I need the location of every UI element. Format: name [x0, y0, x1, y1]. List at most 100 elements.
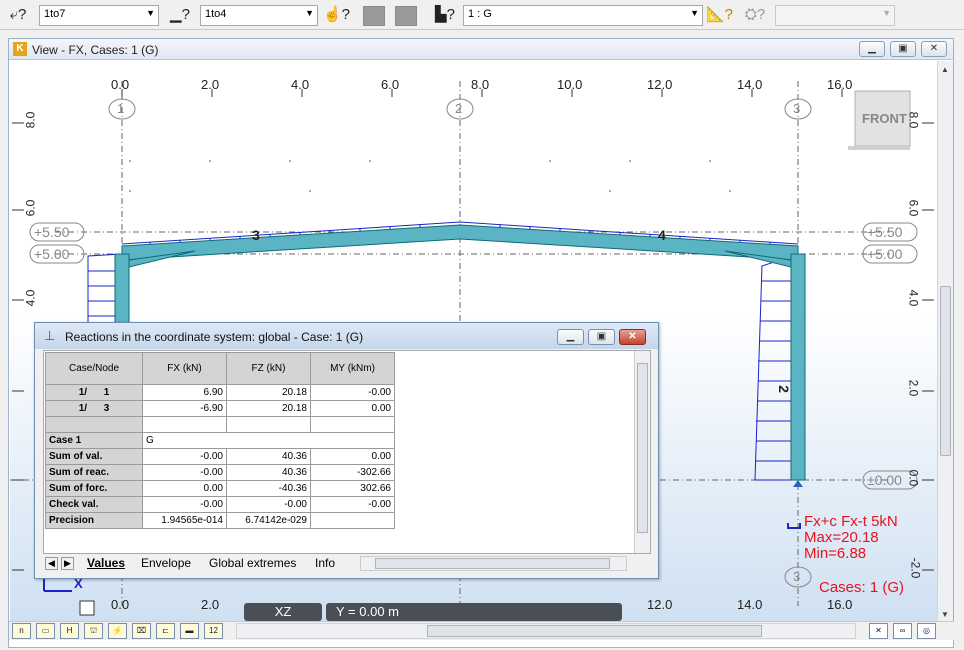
cell-fz[interactable]: -40.36 — [226, 480, 311, 497]
close-button[interactable]: ✕ — [921, 41, 947, 57]
x-tick: 12.0 — [647, 597, 673, 612]
section-shape-icon[interactable]: H — [60, 623, 79, 639]
table-row[interactable]: Check val. -0.00 -0.00 -0.00 — [45, 496, 395, 513]
member-label: 3 — [252, 227, 260, 243]
col-header[interactable]: Case/Node — [45, 352, 143, 385]
tab-prev-icon[interactable]: ◀ — [45, 557, 58, 570]
bar-selection-combo[interactable]: 1to4 ▼ — [200, 5, 318, 26]
scroll-thumb[interactable] — [427, 625, 762, 637]
cell-my[interactable]: -0.00 — [310, 384, 395, 401]
display-icon[interactable]: ▬ — [180, 623, 199, 639]
cell-fx[interactable]: 1.94565e-014 — [142, 512, 227, 529]
table-row[interactable]: Sum of reac. -0.00 40.36 -302.66 — [45, 464, 395, 481]
front-cube-label[interactable]: FRONT — [862, 111, 907, 126]
cell-fx[interactable]: 0.00 — [142, 480, 227, 497]
x-tick: 4.0 — [291, 77, 310, 92]
disabled-help-icon: ⛭? — [744, 6, 766, 23]
col-header[interactable]: MY (kNm) — [310, 352, 395, 385]
tab-next-icon[interactable]: ▶ — [61, 557, 74, 570]
x-tick: 16.0 — [827, 77, 853, 92]
level-label: +5.00 — [34, 246, 70, 262]
case-value: G — [142, 432, 395, 449]
view-titlebar: K View - FX, Cases: 1 (G) ▁ ▣ ✕ — [9, 39, 953, 60]
x-tick: 8.0 — [471, 77, 490, 92]
maximize-button[interactable]: ▣ — [890, 41, 916, 57]
x-tick: 14.0 — [737, 597, 763, 612]
scroll-thumb[interactable] — [940, 286, 951, 456]
load-case-combo[interactable]: 1 : G ▼ — [463, 5, 703, 26]
link-icon[interactable]: ∞ — [893, 623, 912, 639]
view-mode-button[interactable]: XZ — [244, 603, 322, 621]
cell-fx[interactable]: -0.00 — [142, 448, 227, 465]
view-vertical-scrollbar[interactable]: ▲ ▼ — [937, 61, 953, 623]
tab-info[interactable]: Info — [309, 556, 341, 571]
table-row[interactable]: Sum of forc. 0.00 -40.36 302.66 — [45, 480, 395, 497]
cell-fz[interactable]: 40.36 — [226, 448, 311, 465]
view-horizontal-scrollbar[interactable] — [236, 623, 856, 639]
dialog-maximize-button[interactable]: ▣ — [588, 329, 615, 345]
glasses-icon[interactable]: ◎ — [917, 623, 936, 639]
x-tick: 2.0 — [201, 77, 220, 92]
level-label: +5.50 — [867, 224, 903, 240]
col-header[interactable]: FX (kN) — [142, 352, 227, 385]
node-select-icon[interactable]: ⤶? — [6, 4, 30, 26]
table-row-empty — [45, 416, 395, 433]
cell-fx[interactable]: -0.00 — [142, 496, 227, 513]
node-selection-combo[interactable]: 1to7 ▼ — [39, 5, 159, 26]
bar-select-icon[interactable]: ▁? — [168, 4, 192, 26]
table-row[interactable]: 1/ 1 6.90 20.18 -0.00 — [45, 384, 395, 401]
tab-values[interactable]: Values — [81, 556, 131, 571]
table-row[interactable]: Precision 1.94565e-014 6.74142e-029 — [45, 512, 395, 529]
dialog-minimize-button[interactable]: ▁ — [557, 329, 584, 345]
tab-global-extremes[interactable]: Global extremes — [203, 556, 302, 571]
scroll-thumb[interactable] — [375, 558, 610, 569]
level-label: +5.50 — [34, 224, 70, 240]
cell-my[interactable]: -302.66 — [310, 464, 395, 481]
scroll-thumb[interactable] — [637, 363, 648, 533]
member-label: 4 — [658, 227, 666, 243]
dialog-titlebar: ⊥ Reactions in the coordinate system: gl… — [35, 323, 658, 349]
cell-my[interactable] — [310, 512, 395, 529]
cell-fx[interactable]: 6.90 — [142, 384, 227, 401]
scroll-up-icon[interactable]: ▲ — [941, 65, 949, 74]
tab-envelope[interactable]: Envelope — [135, 556, 197, 571]
scroll-down-icon[interactable]: ▼ — [941, 610, 949, 619]
cell-fx[interactable]: -0.00 — [142, 464, 227, 481]
loads-icon[interactable]: ⚡ — [108, 623, 127, 639]
ruler-help-icon[interactable]: 📐? — [706, 4, 733, 26]
hand-help-icon[interactable]: ☝? — [323, 4, 350, 26]
cell-my[interactable]: -0.00 — [310, 496, 395, 513]
cell-my[interactable]: 0.00 — [310, 448, 395, 465]
col-header[interactable]: FZ (kN) — [226, 352, 311, 385]
delete-view-icon[interactable]: ✕ — [869, 623, 888, 639]
cell-my[interactable]: 302.66 — [310, 480, 395, 497]
values-icon[interactable]: 12 — [204, 623, 223, 639]
cell-fz[interactable]: 40.36 — [226, 464, 311, 481]
offsets-icon[interactable]: ⊏ — [156, 623, 175, 639]
cell-my[interactable]: 0.00 — [310, 400, 395, 417]
support-icon — [793, 480, 803, 487]
case-select-icon[interactable]: ▙? — [433, 4, 457, 26]
dialog-horizontal-scrollbar[interactable] — [360, 556, 627, 571]
row-header: 1/ 3 — [45, 400, 143, 417]
bar-numbers-icon[interactable]: ▭ — [36, 623, 55, 639]
table-row[interactable]: 1/ 3 -6.90 20.18 0.00 — [45, 400, 395, 417]
cell-fz[interactable]: -0.00 — [226, 496, 311, 513]
dialog-close-button[interactable]: ✕ — [619, 329, 646, 345]
cell-fz[interactable]: 20.18 — [226, 384, 311, 401]
releases-icon[interactable]: ⌧ — [132, 623, 151, 639]
row-header: 1/ 1 — [45, 384, 143, 401]
z-tick: 6.0 — [23, 199, 38, 217]
dialog-vertical-scrollbar[interactable] — [634, 351, 650, 553]
cell-fz[interactable]: 6.74142e-029 — [226, 512, 311, 529]
z-tick: 2.0 — [906, 379, 921, 397]
cell-fx[interactable]: -6.90 — [142, 400, 227, 417]
reactions-grid[interactable]: Case/Node FX (kN) FZ (kN) MY (kNm) 1/ 1 … — [43, 350, 651, 554]
x-tick: 0.0 — [111, 597, 130, 612]
minimize-button[interactable]: ▁ — [859, 41, 885, 57]
supports-icon[interactable]: ⛫ — [84, 623, 103, 639]
cell-fz[interactable]: 20.18 — [226, 400, 311, 417]
node-numbers-icon[interactable]: n — [12, 623, 31, 639]
table-row[interactable]: Sum of val. -0.00 40.36 0.00 — [45, 448, 395, 465]
plane-selector[interactable]: Y = 0.00 m — [326, 603, 622, 621]
